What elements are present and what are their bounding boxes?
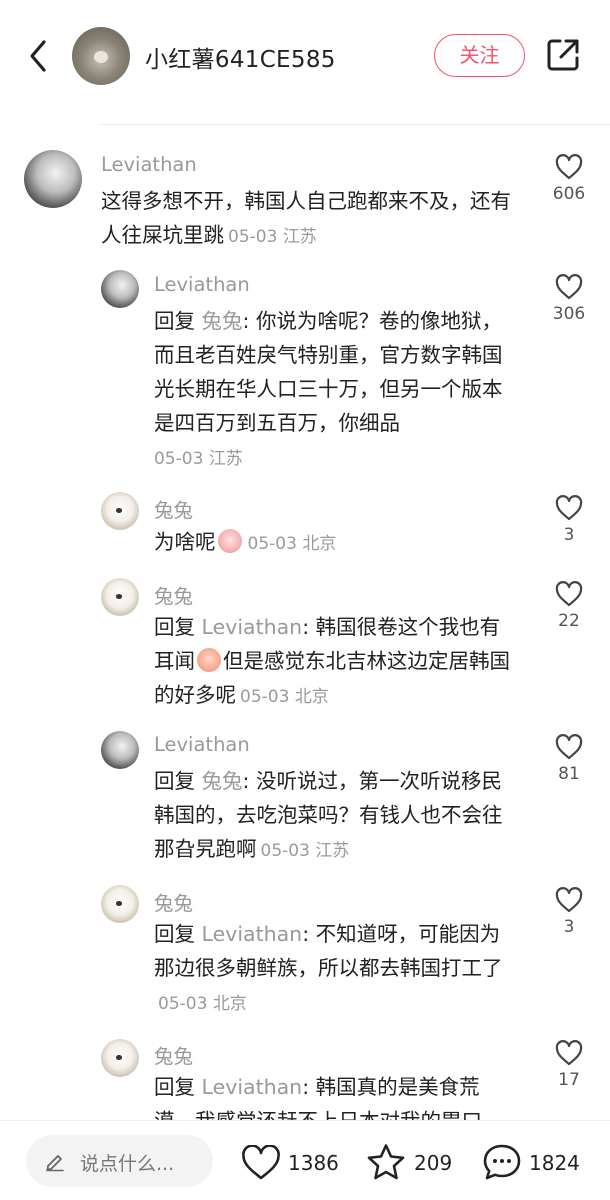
comment-list[interactable]: Leviathan 这得多想不开，韩国人自己跑都来不及，还有人往屎坑里跳 05-0… — [0, 0, 610, 1120]
pencil-icon — [46, 1155, 64, 1172]
reply-prefix: 回复 — [154, 769, 195, 793]
comment-location: 江苏 — [315, 841, 350, 861]
reply-prefix: 回复 — [154, 922, 195, 946]
like-button[interactable]: 22 — [539, 581, 599, 631]
like-count: 1386 — [288, 1151, 339, 1175]
commenter-name[interactable]: 兔兔 — [154, 494, 193, 523]
collect-count: 209 — [414, 1151, 453, 1175]
comment-date: 05-03 — [228, 227, 278, 247]
like-note-button[interactable]: 1386 — [241, 1143, 341, 1183]
comment-date: 05-03 — [158, 994, 208, 1014]
like-button[interactable]: 17 — [539, 1040, 599, 1090]
like-button[interactable]: 3 — [539, 887, 599, 937]
commenter-name[interactable]: Leviathan — [154, 733, 250, 756]
comment-meta: 05-03 江苏 — [228, 227, 317, 247]
like-count: 3 — [563, 917, 575, 937]
reply-colon: : — [242, 309, 256, 333]
like-count: 17 — [558, 1070, 580, 1090]
commenter-avatar[interactable] — [101, 492, 139, 530]
like-count: 3 — [563, 525, 575, 545]
reply-target[interactable]: Leviathan — [202, 1075, 303, 1099]
comment-input-placeholder: 说点什么... — [80, 1153, 175, 1175]
like-count: 81 — [558, 764, 580, 784]
reply-prefix: 回复 — [154, 309, 195, 333]
reply-target[interactable]: Leviathan — [202, 615, 303, 639]
like-count: 22 — [558, 611, 580, 631]
commenter-name[interactable]: Leviathan — [101, 153, 197, 176]
crying-emoji-icon — [217, 529, 242, 553]
like-button[interactable]: 81 — [539, 734, 599, 784]
comment-text[interactable]: 为啥呢 05-03 北京 — [154, 525, 514, 561]
reply-target[interactable]: Leviathan — [202, 922, 303, 946]
commenter-avatar[interactable] — [101, 578, 139, 616]
commenter-avatar[interactable] — [24, 150, 82, 208]
bottom-action-bar: 说点什么... 1386 209 1824 — [0, 1120, 610, 1200]
like-count: 306 — [552, 304, 586, 324]
heart-icon — [555, 154, 583, 180]
comment-date: 05-03 — [240, 687, 290, 707]
heart-icon — [555, 1040, 583, 1066]
comment-text[interactable]: 回复 Leviathan: 韩国真的是美食荒漠，我感觉还赶不上日本对我的胃口 — [154, 1070, 514, 1120]
commenter-avatar[interactable] — [101, 885, 139, 923]
comment-count: 1824 — [529, 1151, 580, 1175]
comment-location: 北京 — [302, 534, 337, 554]
comment-input[interactable]: 说点什么... — [26, 1135, 213, 1187]
comment-text[interactable]: 回复 兔兔: 你说为啥呢？卷的像地狱，而且老百姓戾气特别重，官方数字韩国光长期在… — [154, 304, 514, 476]
like-button[interactable]: 306 — [539, 274, 599, 324]
comment-location: 北京 — [212, 994, 247, 1014]
comment-text[interactable]: 这得多想不开，韩国人自己跑都来不及，还有人往屎坑里跳 05-03 江苏 — [101, 184, 531, 254]
reply-target[interactable]: 兔兔 — [202, 309, 243, 333]
reply-prefix: 回复 — [154, 615, 195, 639]
reply-target[interactable]: 兔兔 — [202, 769, 243, 793]
comment-note-button[interactable]: 1824 — [482, 1143, 587, 1183]
comment-content: 为啥呢 — [154, 530, 216, 554]
reply-colon: : — [302, 922, 316, 946]
chat-bubble-icon — [483, 1144, 521, 1180]
commenter-name[interactable]: Leviathan — [154, 273, 250, 296]
heart-icon — [555, 581, 583, 607]
pig-emoji-icon — [197, 648, 221, 672]
comment-meta: 05-03 北京 — [240, 687, 329, 707]
comment-text[interactable]: 回复 Leviathan: 韩国很卷这个我也有耳闻 但是感觉东北吉林这边定居韩国的… — [154, 610, 514, 714]
heart-icon — [242, 1145, 280, 1180]
heart-icon — [555, 734, 583, 760]
star-icon — [367, 1144, 405, 1180]
commenter-avatar[interactable] — [101, 1039, 139, 1077]
comment-date: 05-03 — [154, 449, 204, 469]
like-button[interactable]: 3 — [539, 495, 599, 545]
comment-meta: 05-03 江苏 — [261, 841, 350, 861]
commenter-name[interactable]: 兔兔 — [154, 1040, 193, 1069]
heart-icon — [555, 495, 583, 521]
commenter-name[interactable]: 兔兔 — [154, 887, 193, 916]
comment-date: 05-03 — [260, 841, 310, 861]
reply-colon: : — [242, 769, 256, 793]
heart-icon — [555, 274, 583, 300]
comment-date: 05-03 — [247, 534, 297, 554]
comment-location: 北京 — [294, 687, 329, 707]
comment-meta: 05-03 北京 — [158, 994, 247, 1014]
reply-colon: : — [302, 1075, 316, 1099]
reply-colon: : — [302, 615, 316, 639]
comment-text[interactable]: 回复 兔兔: 没听说过，第一次听说移民韩国的，去吃泡菜吗？有钱人也不会往那旮旯跑… — [154, 764, 514, 868]
comment-item[interactable]: Leviathan 这得多想不开，韩国人自己跑都来不及，还有人往屎坑里跳 05-0… — [0, 0, 610, 260]
commenter-name[interactable]: 兔兔 — [154, 580, 193, 609]
comment-meta: 05-03 江苏 — [154, 449, 243, 469]
like-count: 606 — [552, 184, 586, 204]
comment-text[interactable]: 回复 Leviathan: 不知道呀，可能因为那边很多朝鲜族，所以都去韩国打工了… — [154, 917, 514, 1021]
comment-location: 江苏 — [282, 227, 317, 247]
comment-meta: 05-03 北京 — [248, 534, 337, 554]
heart-icon — [555, 887, 583, 913]
like-button[interactable]: 606 — [539, 154, 599, 204]
reply-prefix: 回复 — [154, 1075, 195, 1099]
comment-location: 江苏 — [208, 449, 243, 469]
commenter-avatar[interactable] — [101, 270, 139, 308]
commenter-avatar[interactable] — [101, 731, 139, 769]
collect-note-button[interactable]: 209 — [366, 1143, 456, 1183]
